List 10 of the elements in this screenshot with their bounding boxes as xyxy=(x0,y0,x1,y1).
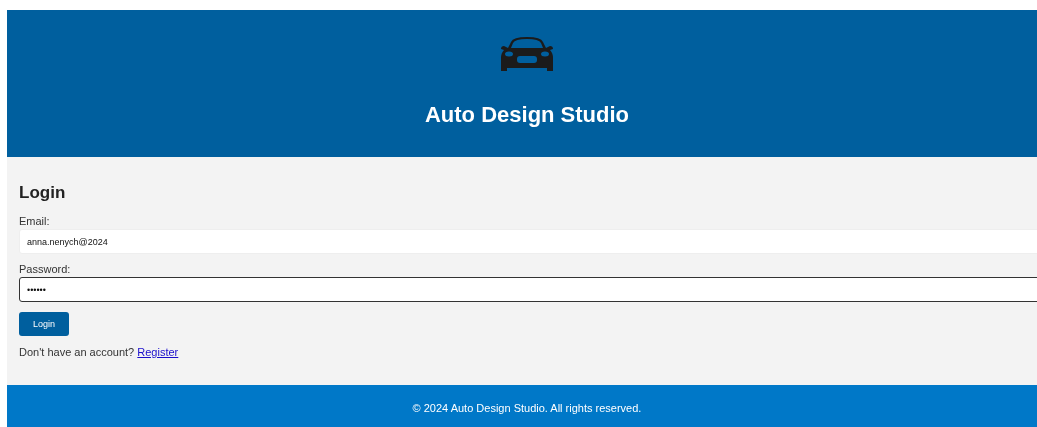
register-prompt: Don't have an account? xyxy=(19,346,135,358)
email-field[interactable]: anna.nenych@2024 xyxy=(19,229,1037,254)
field-label: Password: xyxy=(19,263,71,275)
login-heading: Login xyxy=(19,183,66,203)
login-button[interactable]: Login xyxy=(19,312,69,336)
password-field[interactable]: •••••• xyxy=(19,277,1037,302)
field-label: Email: xyxy=(19,215,50,227)
copyright-text: © 2024 Auto Design Studio. All rights reserved. xyxy=(412,402,642,416)
site-title: Auto Design Studio xyxy=(424,102,630,128)
register-link[interactable]: Register xyxy=(137,346,179,358)
